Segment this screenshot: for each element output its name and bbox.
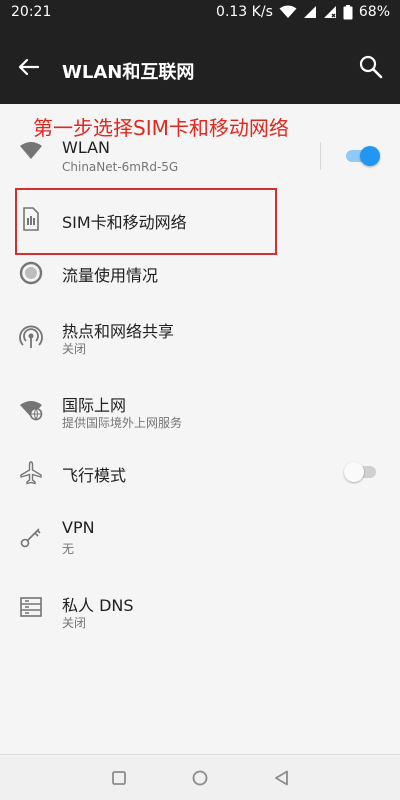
signal-icon [303, 5, 317, 19]
airplane-icon [16, 458, 46, 488]
status-time: 20:21 [11, 4, 52, 20]
list-item-private-dns[interactable]: 私人 DNS 关闭 [0, 588, 400, 638]
status-bar: 20:21 0.13 K/s 68% [0, 0, 400, 26]
airplane-toggle[interactable] [344, 462, 380, 482]
battery-percent: 68% [358, 4, 390, 20]
wifi-icon [16, 136, 46, 166]
search-icon[interactable] [356, 52, 386, 82]
dns-icon [16, 592, 46, 622]
list-item-data-usage[interactable]: 流量使用情况 [0, 254, 400, 294]
list-item-label: WLAN [62, 138, 111, 157]
list-item-hotspot[interactable]: 热点和网络共享 关闭 [0, 314, 400, 364]
hotspot-icon [16, 322, 46, 352]
network-speed: 0.13 K/s [216, 4, 273, 20]
status-icons: 0.13 K/s 68% [216, 4, 390, 20]
settings-list: 第一步选择SIM卡和移动网络 WLAN ChinaNet-6mRd-5G SIM… [0, 104, 400, 754]
home-icon[interactable] [189, 767, 211, 789]
list-item-vpn[interactable]: VPN 无 [0, 514, 400, 564]
highlight-box [15, 188, 277, 255]
list-item-label: 流量使用情况 [62, 266, 159, 285]
recent-apps-icon[interactable] [108, 767, 130, 789]
list-item-label: VPN [62, 518, 95, 537]
list-item-sub: 无 [62, 542, 75, 556]
list-item-label: 热点和网络共享 [62, 322, 175, 341]
divider [320, 142, 321, 170]
list-item-sub: 关闭 [62, 342, 87, 356]
list-item-label: 飞行模式 [62, 466, 127, 485]
page-title: WLAN和互联网 [62, 62, 195, 83]
data-usage-icon [16, 258, 46, 288]
list-item-label: 私人 DNS [62, 596, 134, 615]
list-item-label: 国际上网 [62, 396, 127, 415]
signal-x-icon [323, 5, 337, 19]
battery-icon [343, 4, 353, 20]
list-item-sub: ChinaNet-6mRd-5G [62, 160, 179, 174]
app-bar: WLAN和互联网 [0, 26, 400, 104]
key-icon [16, 522, 46, 552]
navigation-bar [0, 754, 400, 800]
list-item-international[interactable]: 国际上网 提供国际境外上网服务 [0, 388, 400, 438]
wifi-status-icon [279, 5, 297, 19]
back-arrow-icon[interactable] [14, 52, 44, 82]
back-triangle-icon[interactable] [271, 767, 293, 789]
wlan-toggle[interactable] [344, 146, 380, 166]
list-item-wlan[interactable]: WLAN ChinaNet-6mRd-5G [0, 134, 400, 184]
list-item-sub: 提供国际境外上网服务 [62, 416, 183, 430]
globe-wifi-icon [16, 394, 46, 424]
list-item-sub: 关闭 [62, 616, 87, 630]
list-item-airplane[interactable]: 飞行模式 [0, 456, 400, 496]
